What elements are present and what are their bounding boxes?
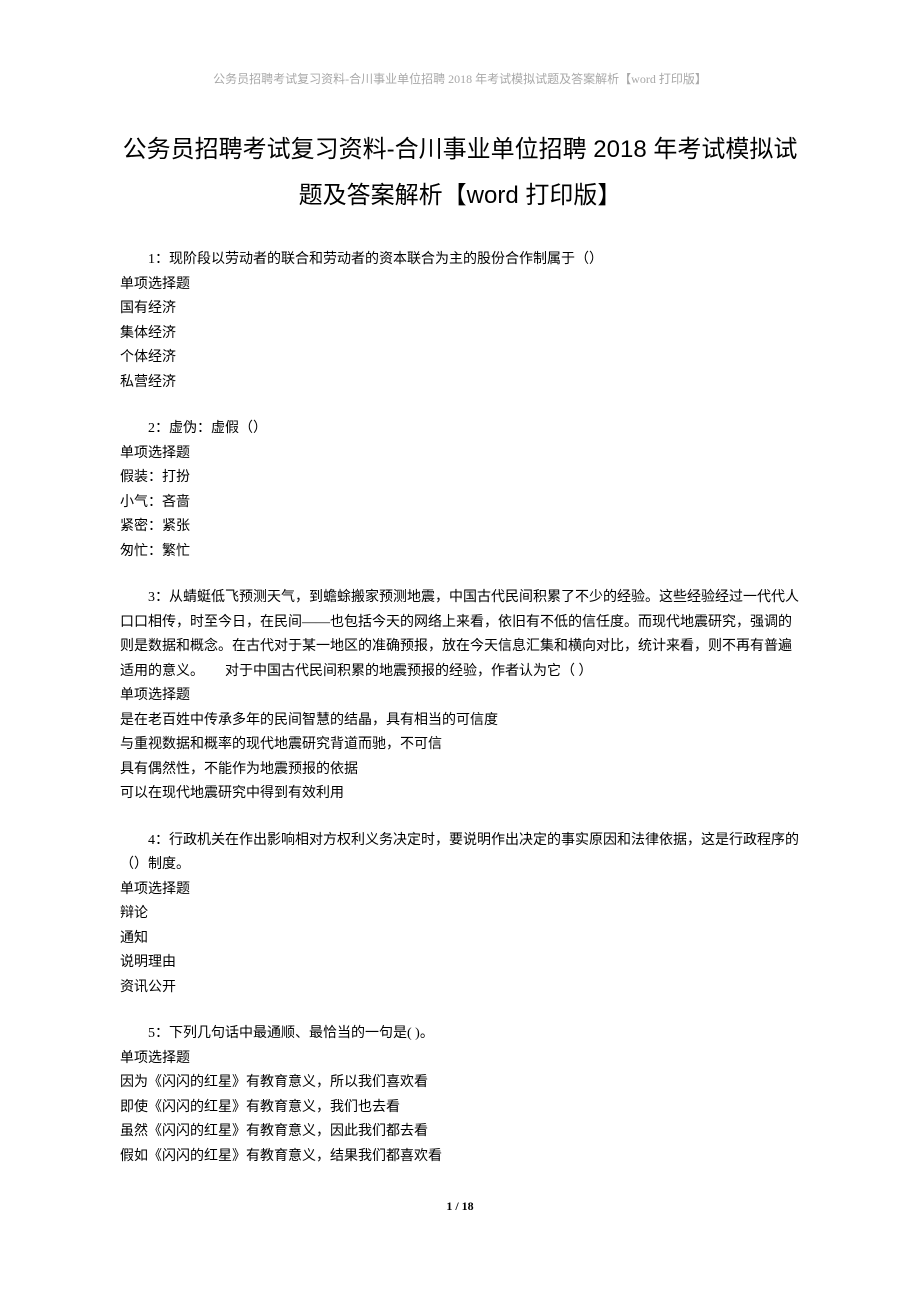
document-title: 公务员招聘考试复习资料-合川事业单位招聘 2018 年考试模拟试题及答案解析【w… (120, 127, 800, 218)
page-number: 1 / 18 (120, 1199, 800, 1214)
question-option: 个体经济 (120, 346, 800, 371)
question-block: 3：从蜻蜓低飞预测天气，到蟾蜍搬家预测地震，中国古代民间积累了不少的经验。这些经… (120, 586, 800, 807)
question-option: 资讯公开 (120, 976, 800, 1001)
question-option: 是在老百姓中传承多年的民间智慧的结晶，具有相当的可信度 (120, 709, 800, 734)
question-option: 集体经济 (120, 322, 800, 347)
question-stem: 1：现阶段以劳动者的联合和劳动者的资本联合为主的股份合作制属于（） (120, 248, 800, 273)
question-stem: 2：虚伪：虚假（） (120, 417, 800, 442)
question-option: 辩论 (120, 902, 800, 927)
question-option: 假如《闪闪的红星》有教育意义，结果我们都喜欢看 (120, 1145, 800, 1170)
question-option: 国有经济 (120, 297, 800, 322)
question-option: 小气：吝啬 (120, 491, 800, 516)
question-type: 单项选择题 (120, 1047, 800, 1072)
question-block: 4：行政机关在作出影响相对方权利义务决定时，要说明作出决定的事实原因和法律依据，… (120, 829, 800, 1001)
question-option: 可以在现代地震研究中得到有效利用 (120, 782, 800, 807)
question-option: 通知 (120, 927, 800, 952)
question-type: 单项选择题 (120, 684, 800, 709)
document-content: 1：现阶段以劳动者的联合和劳动者的资本联合为主的股份合作制属于（） 单项选择题 … (120, 248, 800, 1169)
question-stem: 3：从蜻蜓低飞预测天气，到蟾蜍搬家预测地震，中国古代民间积累了不少的经验。这些经… (120, 586, 800, 684)
page-header: 公务员招聘考试复习资料-合川事业单位招聘 2018 年考试模拟试题及答案解析【w… (120, 70, 800, 87)
question-block: 2：虚伪：虚假（） 单项选择题 假装：打扮 小气：吝啬 紧密：紧张 匆忙：繁忙 (120, 417, 800, 564)
question-option: 私营经济 (120, 371, 800, 396)
question-option: 说明理由 (120, 951, 800, 976)
question-option: 因为《闪闪的红星》有教育意义，所以我们喜欢看 (120, 1071, 800, 1096)
document-page: 公务员招聘考试复习资料-合川事业单位招聘 2018 年考试模拟试题及答案解析【w… (0, 0, 920, 1254)
question-block: 5：下列几句话中最通顺、最恰当的一句是( )。 单项选择题 因为《闪闪的红星》有… (120, 1022, 800, 1169)
question-type: 单项选择题 (120, 442, 800, 467)
question-option: 虽然《闪闪的红星》有教育意义，因此我们都去看 (120, 1120, 800, 1145)
question-type: 单项选择题 (120, 273, 800, 298)
question-option: 与重视数据和概率的现代地震研究背道而驰，不可信 (120, 733, 800, 758)
question-stem: 5：下列几句话中最通顺、最恰当的一句是( )。 (120, 1022, 800, 1047)
question-option: 假装：打扮 (120, 466, 800, 491)
question-option: 匆忙：繁忙 (120, 540, 800, 565)
question-option: 即使《闪闪的红星》有教育意义，我们也去看 (120, 1096, 800, 1121)
question-stem: 4：行政机关在作出影响相对方权利义务决定时，要说明作出决定的事实原因和法律依据，… (120, 829, 800, 878)
question-option: 具有偶然性，不能作为地震预报的依据 (120, 758, 800, 783)
question-option: 紧密：紧张 (120, 515, 800, 540)
question-block: 1：现阶段以劳动者的联合和劳动者的资本联合为主的股份合作制属于（） 单项选择题 … (120, 248, 800, 395)
question-type: 单项选择题 (120, 878, 800, 903)
